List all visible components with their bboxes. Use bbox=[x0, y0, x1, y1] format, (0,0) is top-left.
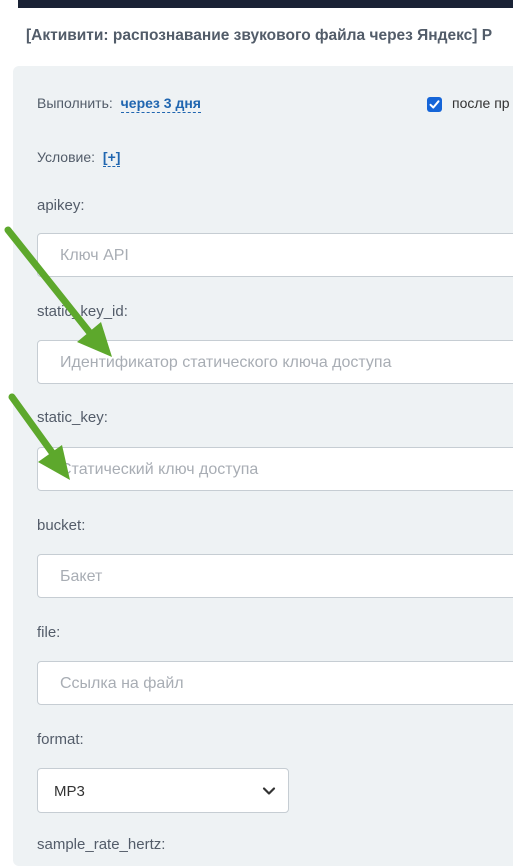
dialog-title: [Активити: распознавание звукового файла… bbox=[26, 27, 493, 44]
apikey-label: apikey: bbox=[37, 197, 85, 214]
execute-row: Выполнить: через 3 дня bbox=[37, 95, 201, 113]
chevron-down-icon bbox=[262, 787, 276, 795]
bucket-label: bucket: bbox=[37, 517, 86, 534]
static-key-id-label: static_key_id: bbox=[37, 303, 128, 320]
add-condition-link[interactable]: [+] bbox=[102, 149, 121, 167]
apikey-placeholder: Ключ API bbox=[60, 247, 129, 264]
bucket-input[interactable]: Бакет bbox=[37, 554, 513, 598]
file-label: file: bbox=[37, 624, 61, 641]
format-selected-value: MP3 bbox=[54, 783, 85, 800]
execute-label: Выполнить: bbox=[37, 95, 113, 111]
static-key-placeholder: Статический ключ доступа bbox=[60, 461, 259, 478]
bucket-placeholder: Бакет bbox=[60, 568, 103, 585]
static-key-id-placeholder: Идентификатор статического ключа доступа bbox=[60, 354, 392, 371]
file-placeholder: Ссылка на файл bbox=[60, 675, 184, 692]
apikey-input[interactable]: Ключ API bbox=[37, 233, 513, 277]
format-select[interactable]: MP3 bbox=[37, 768, 289, 813]
execute-delay-link[interactable]: через 3 дня bbox=[120, 95, 201, 113]
condition-label: Условие: bbox=[37, 149, 96, 165]
window-top-bar bbox=[0, 0, 513, 8]
format-label: format: bbox=[37, 731, 84, 748]
file-input[interactable]: Ссылка на файл bbox=[37, 661, 513, 705]
sample-rate-label: sample_rate_hertz: bbox=[37, 836, 166, 853]
after-checkbox-label: после пр bbox=[452, 95, 510, 111]
after-checkbox[interactable] bbox=[427, 97, 442, 112]
condition-row: Условие: [+] bbox=[37, 149, 121, 167]
static-key-label: static_key: bbox=[37, 409, 108, 426]
static-key-input[interactable]: Статический ключ доступа bbox=[37, 447, 513, 491]
static-key-id-input[interactable]: Идентификатор статического ключа доступа bbox=[37, 340, 513, 384]
top-bar-corner bbox=[0, 0, 18, 8]
checkmark-icon bbox=[429, 100, 440, 109]
